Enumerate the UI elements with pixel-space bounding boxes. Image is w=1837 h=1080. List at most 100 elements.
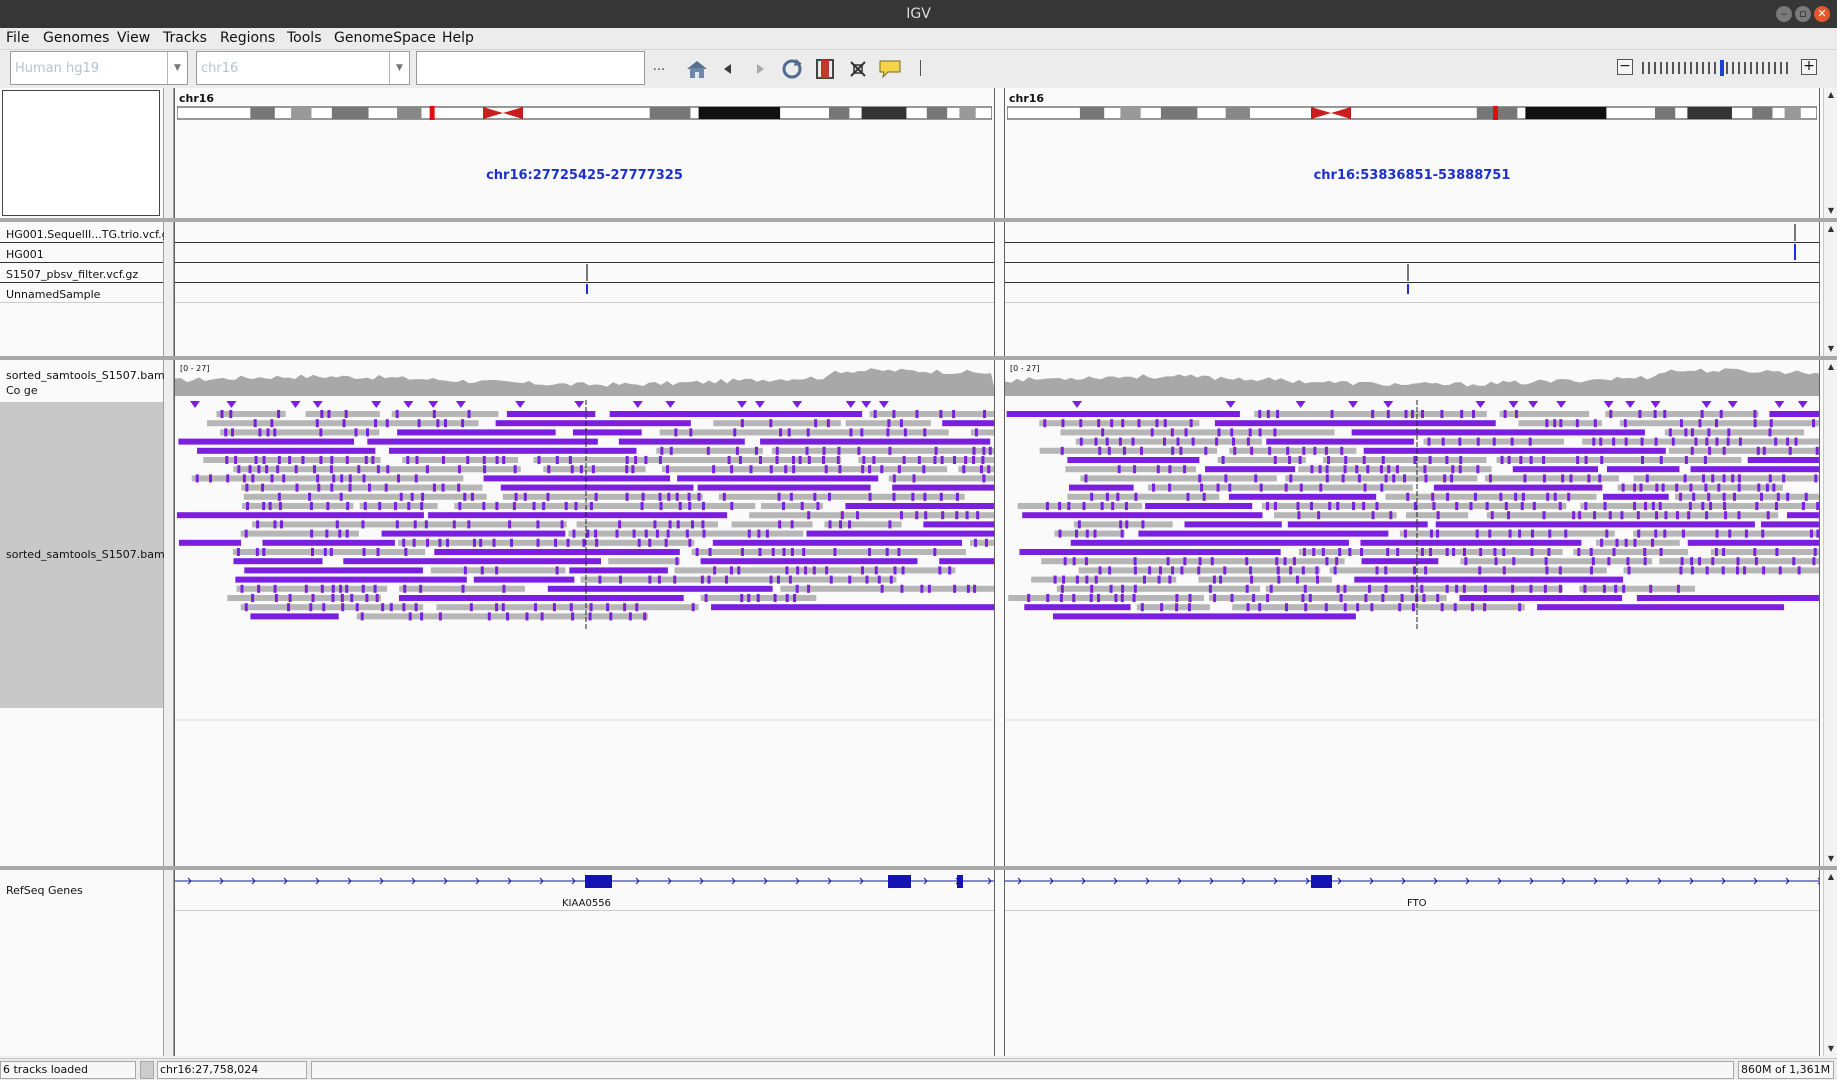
- menu-tools[interactable]: Tools: [287, 30, 322, 46]
- insertion: [364, 456, 368, 464]
- minimize-icon[interactable]: –: [1776, 6, 1792, 22]
- coverage-track-name[interactable]: sorted_samtools_S1507.bam Co ge: [6, 368, 166, 400]
- insertion: [251, 594, 255, 602]
- genotype-call[interactable]: [1407, 284, 1409, 294]
- gene-label[interactable]: FTO: [1407, 898, 1427, 909]
- ideogram[interactable]: [177, 106, 992, 120]
- scrollbar[interactable]: ▲ ▼: [1823, 360, 1837, 866]
- menu-view[interactable]: View: [117, 30, 150, 46]
- insertion: [1797, 566, 1801, 575]
- insertion: [880, 584, 884, 593]
- vcf-sample-name[interactable]: UnnamedSample: [6, 288, 100, 301]
- cytoband: [1525, 107, 1607, 119]
- scroll-down-icon[interactable]: ▼: [1825, 1043, 1837, 1055]
- locus-label[interactable]: chr16:53836851-53888751: [1005, 168, 1819, 183]
- read: [718, 493, 965, 500]
- alignment-canvas[interactable]: [1005, 360, 1820, 866]
- insertion: [1312, 548, 1316, 556]
- insertion: [273, 584, 277, 593]
- variant-site[interactable]: [586, 264, 588, 281]
- insertion: [1303, 584, 1307, 593]
- read: [845, 503, 994, 509]
- zoom-out-button[interactable]: −: [1617, 59, 1633, 75]
- scroll-up-icon[interactable]: ▲: [1825, 871, 1837, 883]
- insertion: [240, 584, 244, 593]
- back-icon[interactable]: [722, 63, 734, 75]
- go-button[interactable]: ...: [648, 56, 670, 78]
- insertion: [1578, 511, 1582, 520]
- scroll-down-icon[interactable]: ▼: [1825, 853, 1837, 865]
- fit-icon[interactable]: [849, 60, 867, 78]
- insertion: [1471, 603, 1475, 612]
- gene-track-name[interactable]: RefSeq Genes: [6, 884, 83, 897]
- insertion: [1542, 511, 1546, 520]
- cytoband: [698, 107, 781, 119]
- insertion: [1093, 529, 1097, 538]
- menu-regions[interactable]: Regions: [220, 30, 275, 46]
- menu-help[interactable]: Help: [442, 30, 474, 46]
- insertion: [331, 584, 335, 593]
- vcf-track-name[interactable]: S1507_pbsv_filter.vcf.gz: [6, 268, 138, 281]
- read: [1022, 512, 1263, 519]
- read: [1017, 503, 1143, 509]
- insertion: [554, 538, 558, 547]
- insertion: [1626, 557, 1630, 566]
- insertion: [973, 584, 977, 593]
- scrollbar[interactable]: ▲ ▼: [1823, 88, 1837, 218]
- insertion: [444, 419, 448, 428]
- zoom-in-button[interactable]: +: [1801, 59, 1817, 75]
- refresh-icon[interactable]: [780, 57, 804, 81]
- scroll-up-icon[interactable]: ▲: [1825, 361, 1837, 373]
- genotype-call[interactable]: [1794, 244, 1796, 260]
- maximize-icon[interactable]: ▫: [1795, 6, 1811, 22]
- scroll-down-icon[interactable]: ▼: [1825, 205, 1837, 217]
- insertion: [1175, 603, 1179, 612]
- menu-file[interactable]: File: [6, 30, 29, 46]
- chromosome-dropdown[interactable]: chr16 ▼: [196, 51, 410, 85]
- genome-dropdown[interactable]: Human hg19 ▼: [10, 51, 188, 85]
- home-icon[interactable]: [685, 58, 709, 80]
- insertion: [740, 548, 744, 556]
- popup-icon[interactable]: [879, 59, 901, 79]
- insertion: [1702, 474, 1706, 483]
- genotype-call[interactable]: [586, 284, 588, 294]
- locus-search-input[interactable]: [416, 51, 645, 85]
- variant-site[interactable]: [1407, 264, 1409, 281]
- insertion: [479, 538, 483, 547]
- alignment-canvas[interactable]: [175, 360, 995, 866]
- locus-label[interactable]: chr16:27725425-27777325: [175, 168, 994, 183]
- insertion: [1690, 446, 1694, 455]
- insertion-marker: [371, 401, 382, 408]
- scrollbar[interactable]: ▲ ▼: [1823, 870, 1837, 1056]
- menu-genomespace[interactable]: GenomeSpace: [334, 30, 436, 46]
- insertion: [1440, 410, 1444, 418]
- insertion: [769, 575, 773, 584]
- memory-status[interactable]: 860M of 1,361M: [1738, 1061, 1834, 1079]
- insertion: [735, 446, 739, 455]
- alignment-track-name[interactable]: sorted_samtools_S1507.bam: [6, 548, 165, 561]
- menu-genomes[interactable]: Genomes: [43, 30, 109, 46]
- vcf-track-name[interactable]: HG001.SequelII...TG.trio.vcf.gz: [6, 228, 174, 241]
- insertion: [1545, 419, 1549, 428]
- vcf-sample-name[interactable]: HG001: [6, 248, 44, 261]
- insertion: [1118, 437, 1122, 446]
- scroll-up-icon[interactable]: ▲: [1825, 89, 1837, 101]
- scrollbar[interactable]: ▲ ▼: [1823, 222, 1837, 356]
- read: [1065, 466, 1197, 473]
- zoom-slider[interactable]: [1638, 58, 1798, 78]
- ideogram[interactable]: [1007, 106, 1817, 120]
- scroll-up-icon[interactable]: ▲: [1825, 223, 1837, 235]
- insertion: [1202, 492, 1206, 501]
- insertion: [825, 566, 829, 575]
- read: [398, 595, 684, 601]
- scroll-down-icon[interactable]: ▼: [1825, 343, 1837, 355]
- roi-icon[interactable]: [816, 59, 834, 79]
- variant-site[interactable]: [1794, 224, 1796, 241]
- close-icon[interactable]: ✕: [1814, 6, 1830, 22]
- forward-icon[interactable]: [754, 63, 766, 75]
- insertion: [1755, 502, 1759, 510]
- insertion: [413, 520, 417, 529]
- gene-label[interactable]: KIAA0556: [562, 898, 611, 909]
- menu-tracks[interactable]: Tracks: [163, 30, 207, 46]
- insertion: [1707, 428, 1711, 437]
